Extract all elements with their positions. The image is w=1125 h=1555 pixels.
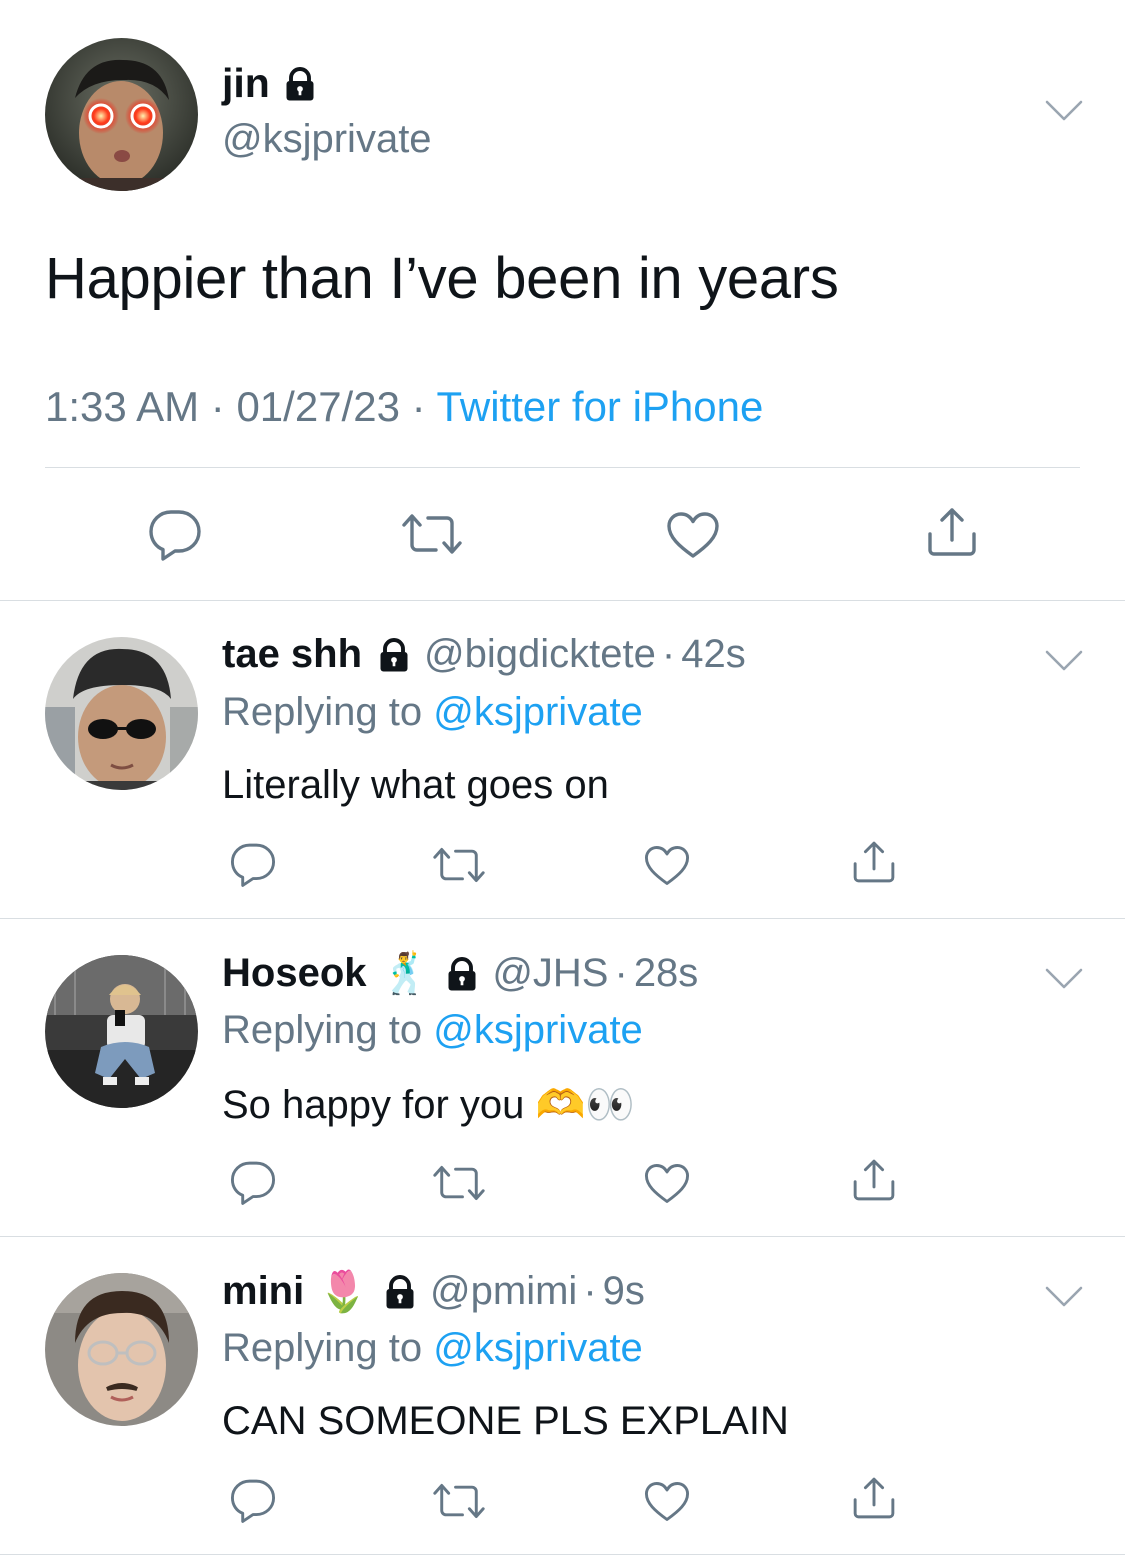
- retweet-icon[interactable]: [431, 846, 487, 884]
- retweet-icon[interactable]: [431, 1164, 487, 1202]
- tweet-meta: 1:33 AM · 01/27/23 · Twitter for iPhone: [45, 383, 763, 431]
- handle[interactable]: @ksjprivate: [222, 117, 432, 162]
- reply-tweet[interactable]: Hoseok 🕺 @JHS · 28s Replying to @ksjpriv…: [0, 918, 1125, 1236]
- retweet-icon[interactable]: [431, 1482, 487, 1520]
- tweet-time: 42s: [681, 632, 746, 676]
- replying-to: Replying to @ksjprivate: [222, 690, 643, 735]
- reply-tweet[interactable]: tae shh @bigdicktete · 42s Replying to @…: [0, 600, 1125, 918]
- display-name[interactable]: jin: [222, 60, 318, 107]
- replying-to-link[interactable]: @ksjprivate: [433, 690, 643, 734]
- tweet-time: 28s: [633, 951, 699, 995]
- tweet-text: So happy for you 🫶👀: [222, 1083, 636, 1127]
- reply-icon[interactable]: [229, 840, 277, 888]
- handle[interactable]: @pmimi: [430, 1269, 577, 1314]
- like-icon[interactable]: [643, 1162, 691, 1205]
- tweet-time: 9s: [602, 1269, 645, 1313]
- reply-header: mini 🌷 @pmimi · 9s: [222, 1268, 645, 1315]
- handle[interactable]: @JHS: [492, 951, 608, 996]
- replying-to: Replying to @ksjprivate: [222, 1008, 643, 1053]
- share-icon[interactable]: [850, 1156, 898, 1204]
- replying-to-link[interactable]: @ksjprivate: [433, 1008, 643, 1052]
- tweet-text: CAN SOMEONE PLS EXPLAIN: [222, 1399, 789, 1443]
- reply-header: tae shh @bigdicktete · 42s: [222, 632, 746, 677]
- like-icon[interactable]: [643, 844, 691, 887]
- tweet-source-link[interactable]: Twitter for iPhone: [437, 383, 764, 430]
- lock-icon: [282, 66, 318, 102]
- lock-icon: [376, 637, 412, 673]
- meta-separator: ·: [210, 383, 225, 430]
- replying-to-link[interactable]: @ksjprivate: [433, 1326, 643, 1370]
- display-name[interactable]: mini: [222, 1269, 304, 1314]
- meta-separator: ·: [583, 1269, 597, 1313]
- tweet-date: 01/27/23: [236, 383, 400, 430]
- like-icon[interactable]: [643, 1480, 691, 1523]
- divider: [45, 467, 1080, 468]
- lock-icon: [444, 956, 480, 992]
- display-name-text: jin: [222, 60, 270, 106]
- reply-icon[interactable]: [229, 1476, 277, 1524]
- tweet-time: 1:33 AM: [45, 383, 200, 430]
- reply-icon[interactable]: [229, 1158, 277, 1206]
- name-emoji: 🕺: [380, 952, 431, 996]
- chevron-down-icon[interactable]: [1044, 98, 1084, 124]
- share-icon[interactable]: [924, 504, 980, 560]
- replying-to-label: Replying to: [222, 1326, 423, 1370]
- meta-separator: ·: [661, 632, 676, 676]
- reply-header: Hoseok 🕺 @JHS · 28s: [222, 950, 698, 997]
- avatar[interactable]: [45, 1273, 198, 1426]
- chevron-down-icon[interactable]: [1044, 1284, 1084, 1310]
- share-icon[interactable]: [850, 1474, 898, 1522]
- replying-to-label: Replying to: [222, 1008, 423, 1052]
- main-tweet: jin @ksjprivate Happier than I’ve been i…: [0, 0, 1125, 600]
- avatar[interactable]: [45, 955, 198, 1108]
- avatar[interactable]: [45, 38, 198, 191]
- reply-tweet[interactable]: mini 🌷 @pmimi · 9s Replying to @ksjpriva…: [0, 1236, 1125, 1554]
- replying-to: Replying to @ksjprivate: [222, 1326, 643, 1371]
- display-name[interactable]: tae shh: [222, 632, 362, 677]
- avatar[interactable]: [45, 637, 198, 790]
- tweet-text: Happier than I’ve been in years: [45, 246, 839, 311]
- display-name[interactable]: Hoseok: [222, 951, 367, 996]
- chevron-down-icon[interactable]: [1044, 966, 1084, 992]
- share-icon[interactable]: [850, 838, 898, 886]
- meta-separator: ·: [411, 383, 426, 430]
- tweet-actions: [0, 470, 1125, 600]
- retweet-icon[interactable]: [400, 512, 464, 556]
- like-icon[interactable]: [665, 510, 721, 560]
- name-emoji: 🌷: [318, 1270, 369, 1314]
- meta-separator: ·: [614, 951, 628, 995]
- lock-icon: [382, 1274, 418, 1310]
- handle[interactable]: @bigdicktete: [424, 632, 656, 677]
- reply-icon[interactable]: [147, 506, 203, 562]
- replying-to-label: Replying to: [222, 690, 423, 734]
- chevron-down-icon[interactable]: [1044, 648, 1084, 674]
- tweet-text: Literally what goes on: [222, 763, 609, 807]
